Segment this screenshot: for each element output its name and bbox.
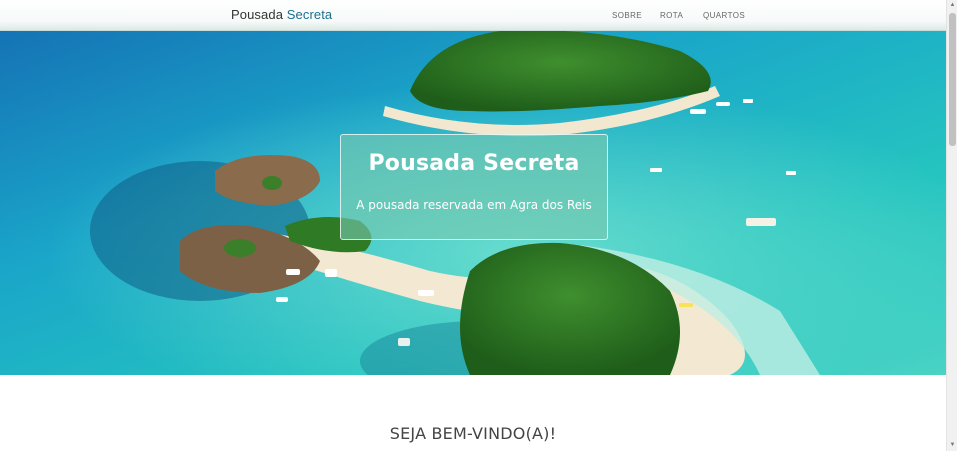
brand-logo-link[interactable]: Pousada Secreta	[231, 7, 332, 22]
nav-link-rota[interactable]: ROTA	[660, 11, 683, 20]
brand-primary-text: Pousada	[231, 7, 284, 22]
hero-section: Pousada Secreta A pousada reservada em A…	[0, 31, 946, 375]
scrollbar-thumb[interactable]	[949, 13, 956, 146]
hero-caption-box: Pousada Secreta A pousada reservada em A…	[340, 134, 608, 240]
scroll-down-arrow-icon[interactable]: ▼	[947, 440, 957, 451]
hero-title: Pousada Secreta	[368, 151, 580, 176]
scroll-up-arrow-icon[interactable]: ▲	[947, 0, 957, 11]
welcome-heading: SEJA BEM-VINDO(A)!	[389, 424, 557, 443]
nav-link-quartos[interactable]: QUARTOS	[703, 11, 745, 20]
vertical-scrollbar[interactable]: ▲ ▼	[946, 0, 957, 451]
top-navbar: Pousada Secreta SOBRE ROTA QUARTOS	[0, 0, 946, 31]
nav-link-sobre[interactable]: SOBRE	[612, 11, 642, 20]
hero-subtitle: A pousada reservada em Agra dos Reis	[356, 198, 592, 212]
brand-accent-text: Secreta	[286, 7, 333, 22]
